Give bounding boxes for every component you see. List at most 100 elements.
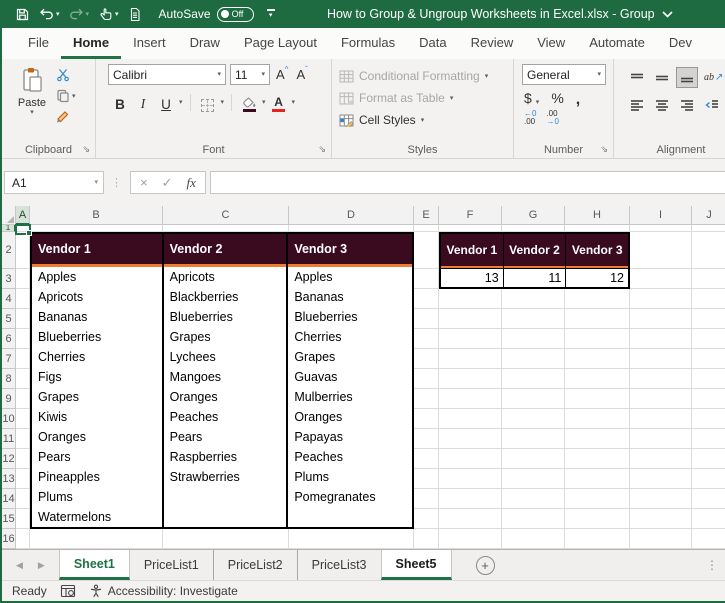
comma-style-button[interactable]: , xyxy=(576,92,580,108)
cell-E8[interactable] xyxy=(414,369,439,389)
ribbon-tab-review[interactable]: Review xyxy=(459,28,526,59)
customize-qat-button[interactable]: ▾ xyxy=(266,9,275,19)
save-button[interactable] xyxy=(15,7,30,22)
ribbon-tab-insert[interactable]: Insert xyxy=(121,28,178,59)
italic-button[interactable]: I xyxy=(133,93,153,112)
cell-I13[interactable] xyxy=(630,469,692,489)
column-header-E[interactable]: E xyxy=(414,206,439,225)
cell-E1[interactable] xyxy=(414,225,439,232)
cut-button[interactable] xyxy=(56,66,76,84)
cell-H6[interactable] xyxy=(565,329,630,349)
format-painter-button[interactable] xyxy=(56,108,76,126)
fruit-cell[interactable]: Peaches xyxy=(288,447,412,467)
cell-A6[interactable] xyxy=(16,329,30,349)
cell-J14[interactable] xyxy=(692,489,725,509)
fruit-cell[interactable]: Apricots xyxy=(32,287,162,307)
new-sheet-button[interactable]: + xyxy=(475,555,495,575)
row-header-2[interactable]: 2 xyxy=(2,232,16,269)
cell-E9[interactable] xyxy=(414,389,439,409)
ribbon-tab-data[interactable]: Data xyxy=(407,28,458,59)
cell-A11[interactable] xyxy=(16,429,30,449)
summary-value-cell[interactable]: 13 xyxy=(441,268,503,287)
align-left-button[interactable] xyxy=(626,94,648,115)
borders-button[interactable] xyxy=(198,93,218,112)
cell-A7[interactable] xyxy=(16,349,30,369)
cell-I11[interactable] xyxy=(630,429,692,449)
increase-decimal-button[interactable]: ←0 .00 xyxy=(524,110,536,126)
accessibility-status[interactable]: Accessibility: Investigate xyxy=(89,584,238,598)
cell-F4[interactable] xyxy=(439,289,502,309)
cell-G4[interactable] xyxy=(502,289,565,309)
cell-F6[interactable] xyxy=(439,329,502,349)
cell-E4[interactable] xyxy=(414,289,439,309)
cell-J11[interactable] xyxy=(692,429,725,449)
title-chevron-down-icon[interactable] xyxy=(662,10,673,18)
fruit-cell[interactable]: Bananas xyxy=(32,307,162,327)
cell-A10[interactable] xyxy=(16,409,30,429)
cell-J12[interactable] xyxy=(692,449,725,469)
cell-G14[interactable] xyxy=(502,489,565,509)
cell-G7[interactable] xyxy=(502,349,565,369)
row-header-1[interactable]: 1 xyxy=(2,225,16,232)
row-header-6[interactable]: 6 xyxy=(2,329,16,349)
redo-button[interactable]: ▾ xyxy=(69,7,89,21)
number-format-combo[interactable]: General ▾ xyxy=(522,64,606,85)
orientation-button[interactable]: ab ↗ ▾ xyxy=(701,67,725,88)
cell-F12[interactable] xyxy=(439,449,502,469)
column-header-I[interactable]: I xyxy=(630,206,692,225)
cell-B1[interactable] xyxy=(30,225,163,232)
cell-styles-button[interactable]: Cell Styles ▾ xyxy=(332,109,513,131)
ribbon-tab-file[interactable]: File xyxy=(16,28,61,59)
cancel-button[interactable]: × xyxy=(140,175,148,190)
cell-H13[interactable] xyxy=(565,469,630,489)
fruit-cell[interactable]: Figs xyxy=(32,367,162,387)
cell-G10[interactable] xyxy=(502,409,565,429)
fruit-cell[interactable]: Watermelons xyxy=(32,507,162,527)
fruit-cell[interactable]: Guavas xyxy=(288,367,412,387)
sheet-tab-sheet1[interactable]: Sheet1 xyxy=(58,550,130,580)
cell-I15[interactable] xyxy=(630,509,692,529)
cell-I2[interactable] xyxy=(630,232,692,269)
cell-F13[interactable] xyxy=(439,469,502,489)
fill-handle[interactable] xyxy=(26,230,32,236)
cell-F14[interactable] xyxy=(439,489,502,509)
cell-E10[interactable] xyxy=(414,409,439,429)
row-header-14[interactable]: 14 xyxy=(2,489,16,509)
cell-F11[interactable] xyxy=(439,429,502,449)
sheet-tab-pricelist1[interactable]: PriceList1 xyxy=(130,550,213,580)
fruit-cell[interactable]: Oranges xyxy=(32,427,162,447)
cell-G5[interactable] xyxy=(502,309,565,329)
cell-J16[interactable] xyxy=(692,529,725,549)
cell-G9[interactable] xyxy=(502,389,565,409)
fruit-cell[interactable]: Blueberries xyxy=(164,307,287,327)
cell-A16[interactable] xyxy=(16,529,30,549)
cell-G16[interactable] xyxy=(502,529,565,549)
ribbon-tab-automate[interactable]: Automate xyxy=(577,28,657,59)
column-header-D[interactable]: D xyxy=(289,206,414,225)
fruit-cell[interactable]: Oranges xyxy=(288,407,412,427)
cell-J7[interactable] xyxy=(692,349,725,369)
fruit-cell[interactable]: Oranges xyxy=(164,387,287,407)
column-header-A[interactable]: A xyxy=(16,206,30,225)
top-align-button[interactable] xyxy=(626,67,648,88)
cell-G11[interactable] xyxy=(502,429,565,449)
summary-header-cell[interactable]: Vendor 1 xyxy=(441,234,503,268)
cell-H7[interactable] xyxy=(565,349,630,369)
cell-E15[interactable] xyxy=(414,509,439,529)
row-header-13[interactable]: 13 xyxy=(2,469,16,489)
insert-function-button[interactable]: fx xyxy=(187,175,196,191)
fruit-cell[interactable] xyxy=(164,507,287,527)
cell-H1[interactable] xyxy=(565,225,630,232)
previous-sheet-button[interactable]: ◀ xyxy=(16,560,23,571)
cell-F10[interactable] xyxy=(439,409,502,429)
cell-A12[interactable] xyxy=(16,449,30,469)
fruit-cell[interactable]: Grapes xyxy=(164,327,287,347)
vendor-header-cell[interactable]: Vendor 3 xyxy=(288,234,412,267)
fruit-cell[interactable]: Pears xyxy=(32,447,162,467)
font-color-button[interactable]: A xyxy=(269,93,289,112)
fill-color-button[interactable] xyxy=(239,93,259,112)
fruit-cell[interactable]: Plums xyxy=(288,467,412,487)
cell-A5[interactable] xyxy=(16,309,30,329)
autosave-control[interactable]: AutoSave Off xyxy=(159,6,254,22)
cell-C1[interactable] xyxy=(163,225,289,232)
